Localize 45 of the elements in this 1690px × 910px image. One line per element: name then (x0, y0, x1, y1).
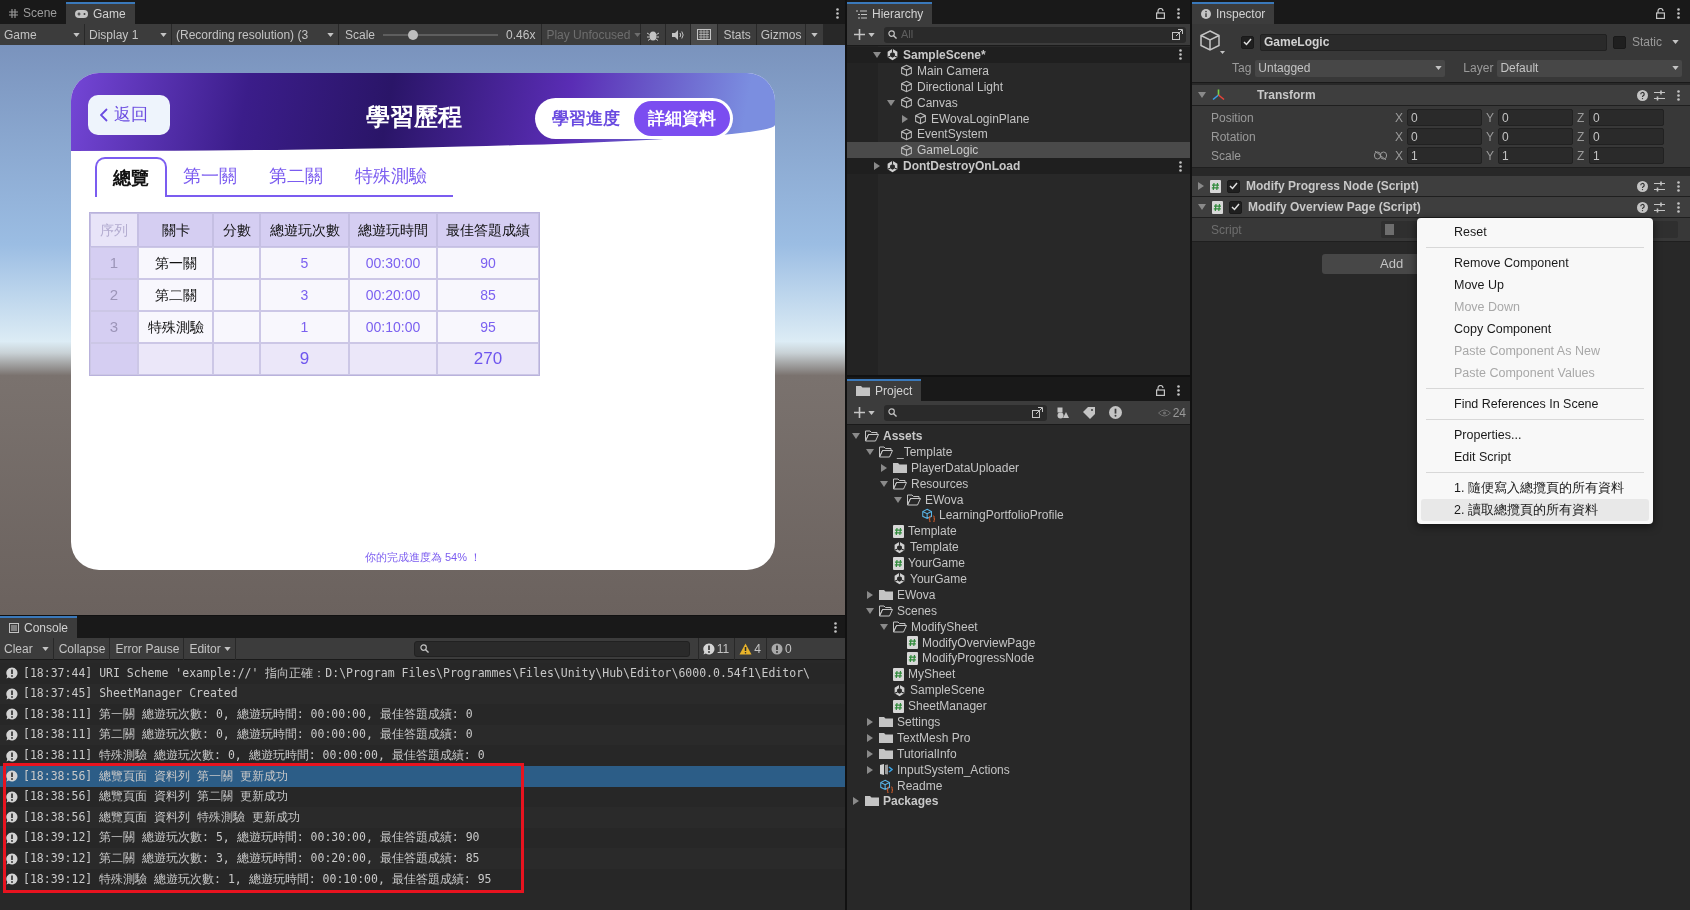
table-cell: 5 (260, 247, 349, 279)
column-header: 序列 (90, 213, 138, 247)
progress-message: 你的完成進度為 54% ！ (363, 549, 483, 565)
property-label: Scale (1211, 147, 1243, 165)
axis-label: Y (1486, 109, 1495, 127)
table-cell: 1 (90, 247, 138, 279)
table-cell: 2 (90, 279, 138, 311)
table-cell: 90 (437, 247, 539, 279)
table-cell: 270 (437, 343, 539, 375)
axis-label: X (1395, 109, 1404, 127)
table-cell: 9 (260, 343, 349, 375)
table-cell: 3 (260, 279, 349, 311)
column-header: 分數 (213, 213, 260, 247)
axis-label: Y (1486, 128, 1495, 146)
axis-label: Z (1577, 128, 1586, 146)
property-label: Rotation (1211, 128, 1257, 146)
table-cell: 3 (90, 311, 138, 343)
tag-label: Tag (1232, 60, 1252, 77)
table-cell: 00:20:00 (349, 279, 437, 311)
table-cell: 85 (437, 279, 539, 311)
table-cell: 第二關 (138, 279, 213, 311)
component-title: Transform (1257, 87, 1316, 104)
axis-label: Z (1577, 109, 1586, 127)
table-cell: 1 (260, 311, 349, 343)
column-header: 關卡 (138, 213, 213, 247)
table-cell: 95 (437, 311, 539, 343)
table-cell: 00:30:00 (349, 247, 437, 279)
table-cell: 00:10:00 (349, 311, 437, 343)
component-title: Modify Progress Node (Script) (1246, 178, 1419, 195)
table-cell: 第一關 (138, 247, 213, 279)
scale-value: 0.46x (506, 26, 536, 44)
property-label: Position (1211, 109, 1255, 127)
scale-label: Scale (345, 26, 376, 44)
column-header: 最佳答題成績 (437, 213, 539, 247)
column-header: 總遊玩次數 (260, 213, 349, 247)
column-header: 總遊玩時間 (349, 213, 437, 247)
axis-label: X (1395, 147, 1404, 165)
table-cell: 特殊測驗 (138, 311, 213, 343)
axis-label: X (1395, 128, 1404, 146)
axis-label: Y (1486, 147, 1495, 165)
axis-label: Z (1577, 147, 1586, 165)
component-title: Modify Overview Page (Script) (1248, 199, 1421, 216)
page-title: 學習歷程 (366, 102, 462, 132)
static-label: Static (1632, 34, 1662, 51)
layer-label: Layer (1463, 60, 1494, 77)
